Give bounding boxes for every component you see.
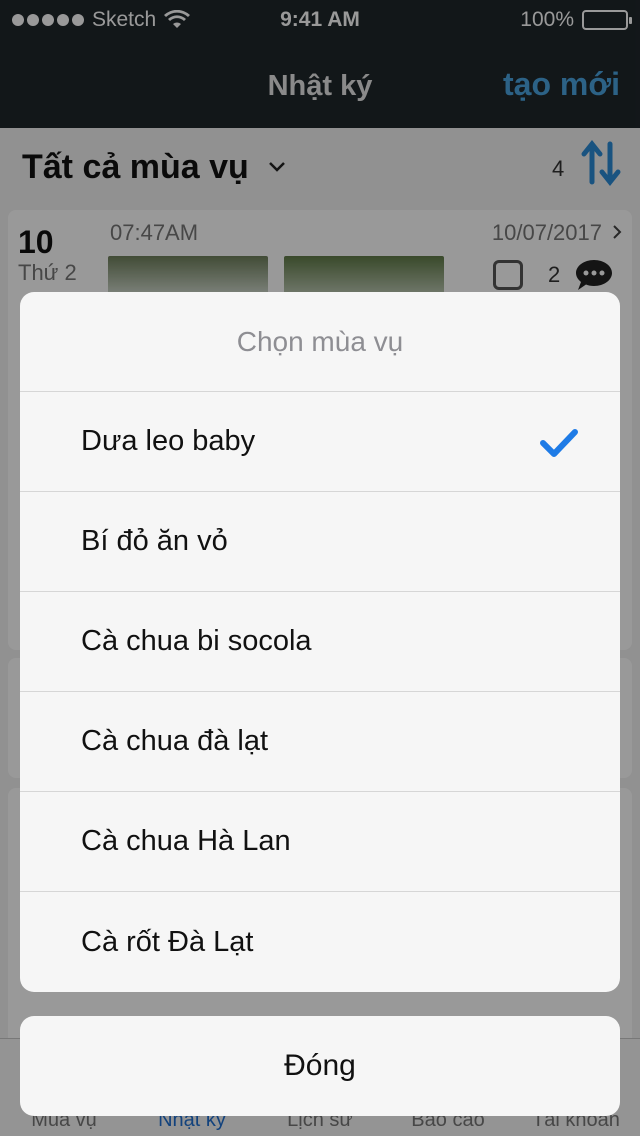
season-option-label: Cà chua Hà Lan xyxy=(81,825,291,857)
close-button[interactable]: Đóng xyxy=(20,1016,620,1116)
season-option[interactable]: Bí đỏ ăn vỏ xyxy=(20,492,620,592)
season-option-label: Bí đỏ ăn vỏ xyxy=(81,525,228,557)
season-option[interactable]: Dưa leo baby xyxy=(20,392,620,492)
screen: Sketch 9:41 AM 100% Nhật ký tạo mới Tất … xyxy=(0,0,640,1136)
season-picker-sheet: Chọn mùa vụ Dưa leo baby Bí đỏ ăn vỏ Cà … xyxy=(20,292,620,992)
season-option[interactable]: Cà chua Hà Lan xyxy=(20,792,620,892)
season-option-label: Cà chua đà lạt xyxy=(81,725,269,757)
season-option[interactable]: Cà chua đà lạt xyxy=(20,692,620,792)
sheet-title: Chọn mùa vụ xyxy=(20,292,620,392)
checkmark-icon xyxy=(540,429,578,457)
season-option-label: Dưa leo baby xyxy=(81,425,256,457)
season-option-label: Cà rốt Đà Lạt xyxy=(81,925,254,958)
season-option[interactable]: Cà rốt Đà Lạt xyxy=(20,892,620,992)
season-option[interactable]: Cà chua bi socola xyxy=(20,592,620,692)
season-option-label: Cà chua bi socola xyxy=(81,625,312,657)
